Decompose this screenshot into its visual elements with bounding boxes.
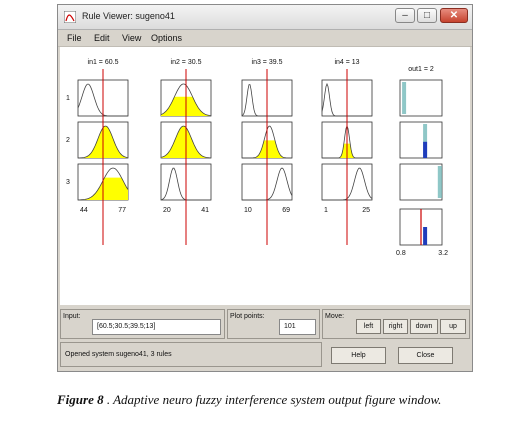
status-group: Opened system sugeno41, 3 rules [60,342,322,367]
input-header-2: in2 = 30.5 [171,59,202,66]
menu-file[interactable]: File [67,33,82,43]
input-header-1: in1 = 60.5 [88,59,119,66]
rules-plot: in1 = 60.544 77in2 = 30.520 41in3 = 39.510… [66,59,448,257]
caption-text: . Adaptive neuro fuzzy interference syst… [106,392,442,407]
output-box [399,79,443,117]
plot-points-group: Plot points: 101 [227,309,320,339]
rule-label-1: 1 [66,95,70,102]
figure-label: Figure 8 [57,392,104,407]
output-singleton-bar [402,82,407,114]
input-group: Input: [60.5;30.5;39.5;13] [60,309,225,339]
output-header: out1 = 2 [408,66,434,73]
output-box [399,121,443,159]
matlab-app-icon [64,11,76,23]
input-header-3: in3 = 39.5 [252,59,283,66]
title-bar: Rule Viewer: sugeno41 – □ ✕ [58,5,472,30]
input-range-min-2: 20 [163,207,171,214]
move-left-button[interactable]: left [356,319,381,334]
move-label: Move: [325,313,345,320]
menu-bar: File Edit View Options [58,30,472,47]
input-field[interactable]: [60.5;30.5;39.5;13] [92,319,221,335]
move-up-button[interactable]: up [440,319,466,334]
input-range-min-4: 1 [324,207,328,214]
close-window-button[interactable]: ✕ [440,8,468,23]
input-label: Input: [63,313,81,320]
help-button[interactable]: Help [331,347,386,364]
menu-view[interactable]: View [122,33,141,43]
output-range-max: 3.2 [438,250,448,257]
move-down-button[interactable]: down [410,319,438,334]
input-range-max-2: 41 [201,207,209,214]
input-range-max-4: 25 [362,207,370,214]
rule-plot-area: in1 = 60.5 44 77 in2 = 30.5 20 41 in3 = 39.5 10… [60,47,470,305]
output-firing-bar [423,141,428,158]
input-header-4: in4 = 13 [334,59,359,66]
output-singleton-bar [437,166,442,198]
move-group: Move: left right down up [322,309,470,339]
output-range-min: 0.8 [396,250,406,257]
rule-label-2: 2 [66,137,70,144]
menu-edit[interactable]: Edit [94,33,110,43]
input-range-max-3: 69 [282,207,290,214]
rule-viewer-window: Rule Viewer: sugeno41 – □ ✕ File Edit Vi… [57,4,473,372]
rule-label-3: 3 [66,179,70,186]
menu-options[interactable]: Options [151,33,182,43]
input-range-min-3: 10 [244,207,252,214]
maximize-button[interactable]: □ [417,8,437,23]
input-range-min-1: 44 [80,207,88,214]
output-box [399,163,443,201]
figure-caption: Figure 8 . Adaptive neuro fuzzy interfer… [57,391,507,408]
input-range-max-1: 77 [118,207,126,214]
plot-points-field[interactable]: 101 [279,319,316,335]
close-button[interactable]: Close [398,347,453,364]
plot-points-label: Plot points: [230,313,265,320]
move-right-button[interactable]: right [383,319,408,334]
window-title: Rule Viewer: sugeno41 [82,11,175,21]
control-panel: Input: [60.5;30.5;39.5;13] Plot points: … [60,309,470,369]
aggregate-output-bar [423,227,428,245]
status-text: Opened system sugeno41, 3 rules [65,351,172,358]
minimize-button[interactable]: – [395,8,415,23]
